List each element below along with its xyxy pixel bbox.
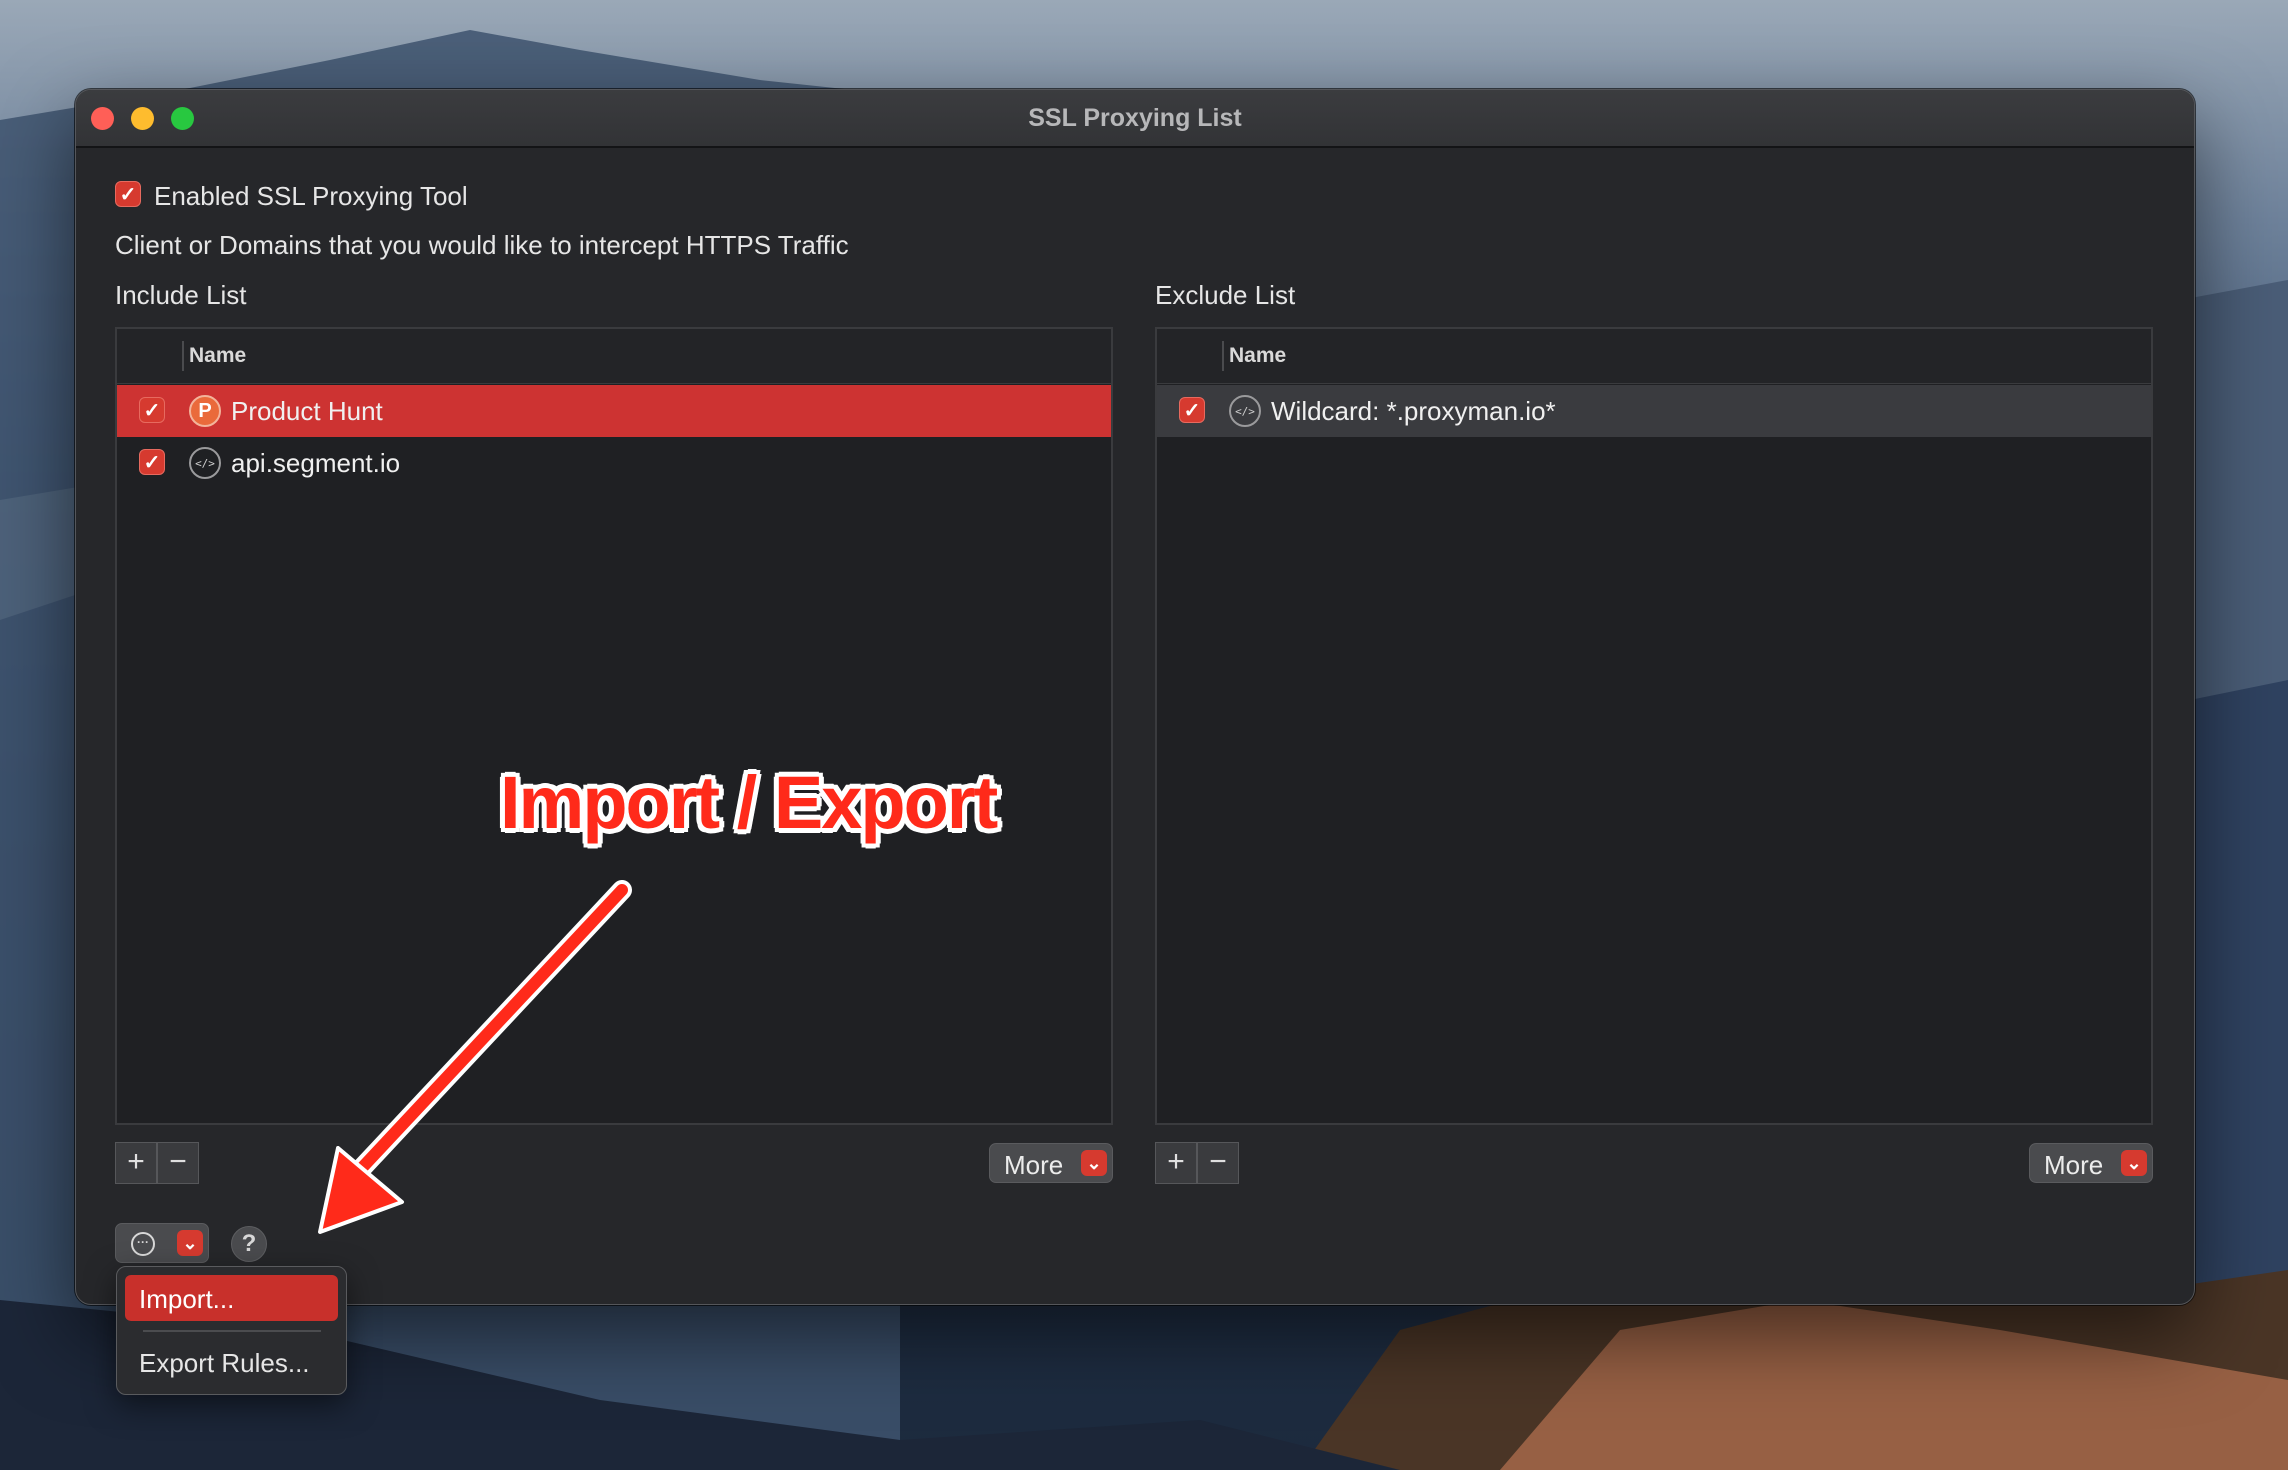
chevron-down-icon: ⌄ [2121, 1150, 2147, 1176]
window-title: SSL Proxying List [1028, 104, 1242, 132]
import-export-menu: Import... Export Rules... [116, 1266, 347, 1395]
ellipsis-icon: ··· [131, 1232, 155, 1256]
name-column-header[interactable]: Name [189, 344, 246, 368]
enabled-ssl-label: Enabled SSL Proxying Tool [154, 181, 468, 211]
more-label: More [2044, 1150, 2104, 1180]
exclude-table-header: Name [1157, 329, 2151, 384]
exclude-add-button[interactable]: + [1155, 1142, 1197, 1184]
code-icon: </> [1229, 395, 1261, 427]
row-name: Product Hunt [231, 396, 383, 426]
row-name: Wildcard: *.proxyman.io* [1271, 396, 1556, 426]
checkmark-icon: ✓ [143, 451, 161, 474]
row-checkbox[interactable]: ✓ [139, 397, 165, 423]
include-row-api-segment[interactable]: ✓ </> api.segment.io [117, 437, 1111, 489]
ssl-proxying-window: SSL Proxying List ✓ Enabled SSL Proxying… [75, 89, 2195, 1305]
include-add-remove: + − [115, 1142, 199, 1184]
header-separator [1222, 341, 1224, 371]
row-checkbox[interactable]: ✓ [1179, 397, 1205, 423]
product-hunt-icon: P [189, 395, 221, 427]
row-name: api.segment.io [231, 448, 401, 478]
chevron-down-icon: ⌄ [177, 1230, 203, 1256]
include-list-table[interactable]: Name ✓ P Product Hunt ✓ </> api.segment.… [115, 327, 1113, 1125]
menu-item-label: Export Rules... [139, 1348, 310, 1378]
include-remove-button[interactable]: − [157, 1142, 199, 1184]
checkmark-icon: ✓ [119, 183, 137, 206]
checkmark-icon: ✓ [143, 399, 161, 422]
exclude-remove-button[interactable]: − [1197, 1142, 1239, 1184]
exclude-add-remove: + − [1155, 1142, 1239, 1184]
exclude-list-title: Exclude List [1155, 280, 1296, 310]
exclude-more-button[interactable]: More ⌄ [2029, 1143, 2153, 1183]
menu-item-label: Import... [139, 1284, 235, 1314]
include-add-button[interactable]: + [115, 1142, 157, 1184]
exclude-row-wildcard[interactable]: ✓ </> Wildcard: *.proxyman.io* [1157, 385, 2151, 437]
action-menu-button[interactable]: ··· ⌄ [115, 1223, 209, 1263]
row-checkbox[interactable]: ✓ [139, 449, 165, 475]
title-bar: SSL Proxying List [76, 90, 2194, 148]
include-more-button[interactable]: More ⌄ [989, 1143, 1113, 1183]
include-list-title: Include List [115, 280, 247, 310]
enabled-ssl-checkbox[interactable]: ✓ [115, 181, 141, 207]
help-button[interactable]: ? [231, 1226, 267, 1262]
name-column-header[interactable]: Name [1229, 344, 1286, 368]
code-icon: </> [189, 447, 221, 479]
more-label: More [1004, 1150, 1064, 1180]
checkmark-icon: ✓ [1183, 399, 1201, 422]
exclude-list-table[interactable]: Name ✓ </> Wildcard: *.proxyman.io* [1155, 327, 2153, 1125]
menu-item-import[interactable]: Import... [125, 1275, 338, 1321]
include-table-header: Name [117, 329, 1111, 384]
include-row-product-hunt[interactable]: ✓ P Product Hunt [117, 385, 1111, 437]
menu-item-export-rules[interactable]: Export Rules... [125, 1339, 338, 1385]
chevron-down-icon: ⌄ [1081, 1150, 1107, 1176]
description-text: Client or Domains that you would like to… [115, 230, 849, 260]
header-separator [182, 341, 184, 371]
menu-divider [143, 1330, 321, 1332]
annotation-label: Import / Export [500, 761, 998, 844]
